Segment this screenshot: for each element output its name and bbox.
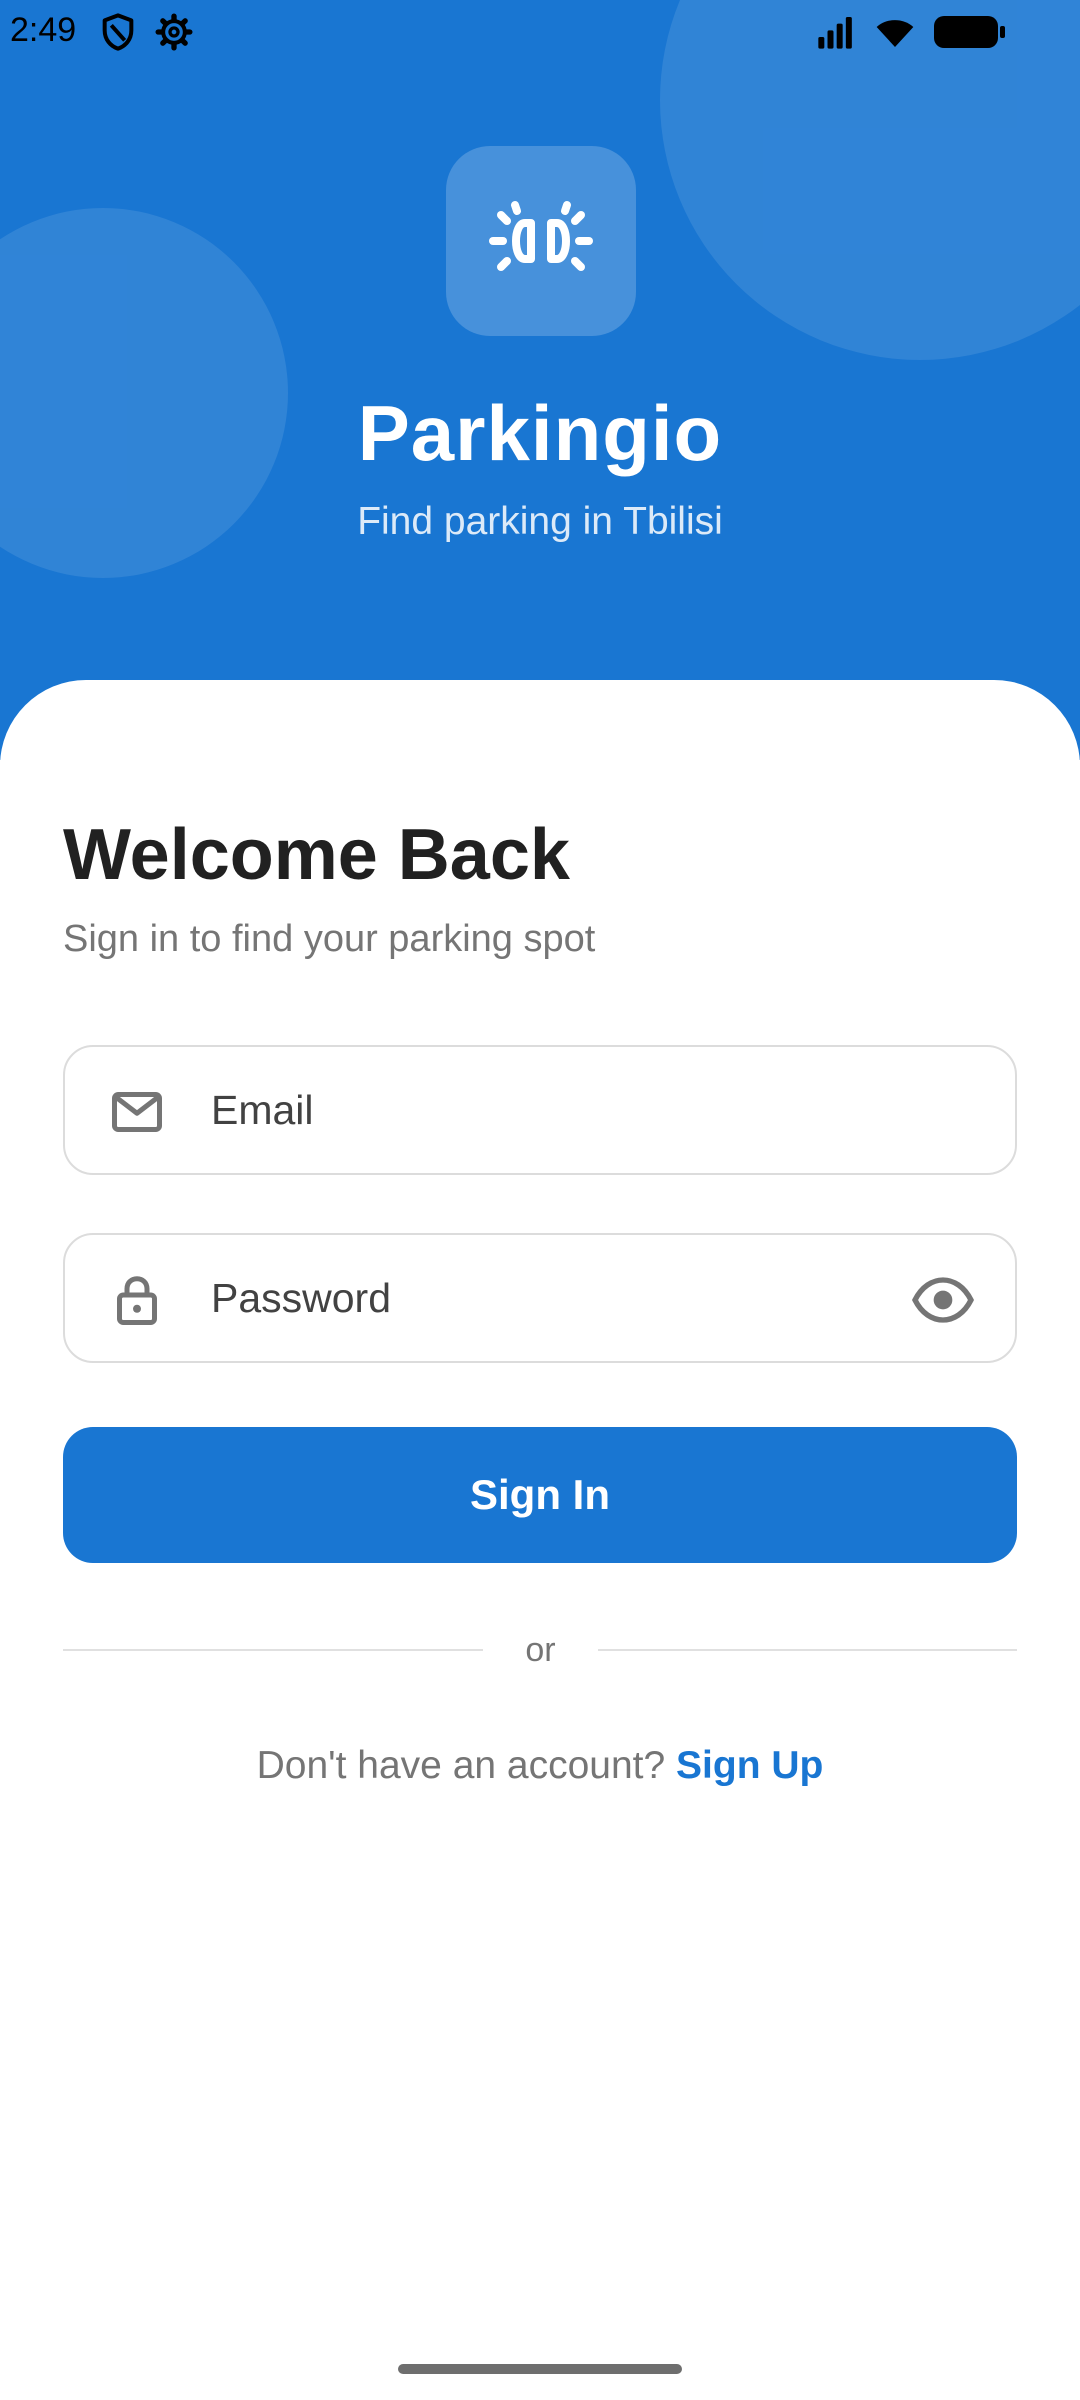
login-card: Welcome Back Sign in to find your parkin… [0,680,1080,2400]
eye-icon[interactable] [911,1268,975,1332]
page-subtitle: Sign in to find your parking spot [63,918,596,960]
divider-label: or [525,1631,556,1669]
car-front-icon [489,201,593,271]
status-time: 2:49 [10,11,77,49]
signup-prompt: Don't have an account? [256,1744,666,1787]
sign-up-link[interactable]: Sign Up [676,1744,823,1787]
app-title: Parkingio [357,389,723,477]
sign-in-button[interactable]: Sign In [63,1427,1017,1563]
gear-icon [155,13,193,51]
app-tagline: Find parking in Tbilisi [357,500,723,543]
mail-icon [112,1092,162,1132]
wifi-icon [876,20,914,47]
signup-prompt-row: Don't have an account? Sign Up [0,1740,1080,1792]
divider [63,1649,483,1651]
login-screen: 2:49 Parkingio Find parking in Tbilisi W… [0,0,1080,2400]
app-logo [446,146,636,336]
email-field[interactable] [63,1045,1017,1175]
password-field[interactable] [63,1233,1017,1363]
divider [598,1649,1017,1651]
battery-icon [934,16,1005,48]
password-input[interactable] [211,1235,911,1361]
status-bar: 2:49 [0,0,1080,64]
lock-icon [117,1276,157,1325]
shield-icon [102,13,134,51]
home-indicator[interactable] [398,2364,682,2374]
signal-icon [818,17,852,49]
email-input[interactable] [211,1047,911,1173]
page-title: Welcome Back [63,815,570,895]
header-banner: 2:49 Parkingio Find parking in Tbilisi [0,0,1080,760]
